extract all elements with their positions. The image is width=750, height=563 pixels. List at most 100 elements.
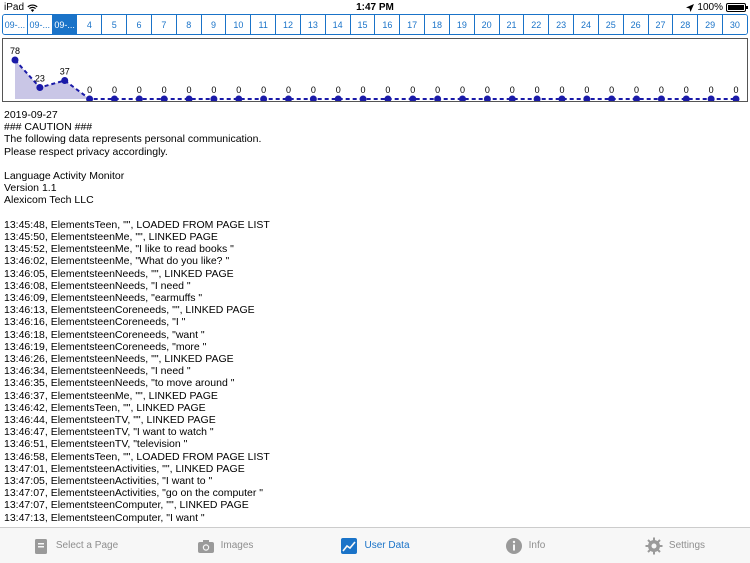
- log-header-line: The following data represents personal c…: [4, 133, 262, 146]
- log-header-line: ### CAUTION ###: [4, 121, 93, 134]
- bottom-tab-info[interactable]: Info: [450, 528, 600, 563]
- date-tab-5[interactable]: 5: [102, 15, 128, 34]
- date-tab-6[interactable]: 6: [127, 15, 152, 34]
- chart-data-label: 0: [584, 85, 589, 95]
- chart-point: [309, 95, 317, 101]
- activity-log[interactable]: 2019-09-27 ### CAUTION ### The following d…: [4, 109, 746, 525]
- bottom-tab-user-data[interactable]: User Data: [300, 528, 450, 563]
- page-icon: [34, 538, 47, 554]
- date-tab-13[interactable]: 13: [300, 15, 326, 34]
- date-tab-3[interactable]: 09-...: [52, 15, 78, 34]
- chart-data-label: 23: [35, 74, 45, 84]
- date-tab-27[interactable]: 27: [648, 15, 674, 34]
- chart-data-label: 0: [87, 85, 92, 95]
- location-arrow-icon: [686, 3, 695, 12]
- log-entry: 13:47:13, ElementsteenComputer, "I want …: [4, 511, 205, 524]
- date-tab-11[interactable]: 11: [251, 15, 277, 34]
- chart-icon: [341, 537, 358, 554]
- chart-point: [36, 84, 44, 91]
- bottom-tab-label: Images: [220, 540, 254, 551]
- date-tab-23[interactable]: 23: [549, 15, 575, 34]
- date-tab-bar: 09-... 09-... 09-... 4 5 6 7 8 9 10 11 12 13 14 15 16 17…: [2, 14, 748, 35]
- chart-point: [533, 95, 541, 101]
- log-entry: 13:46:19, ElementsteenCoreneeds, "more ": [4, 340, 207, 353]
- log-entry: 13:46:44, ElementsteenTV, "", LINKED PAG…: [4, 414, 216, 427]
- log-header-line: [4, 158, 746, 170]
- chart-data-label: 0: [137, 85, 142, 95]
- chart-point: [135, 95, 143, 101]
- battery-icon: [726, 3, 748, 12]
- log-entry: 13:47:01, ElementsteenActivities, "", LI…: [4, 462, 245, 475]
- chart-point: [608, 95, 616, 101]
- date-tab-26[interactable]: 26: [623, 15, 649, 34]
- chart-data-label: 0: [684, 85, 689, 95]
- status-bar: iPad 1:47 PM 100%: [0, 0, 750, 14]
- date-tab-10[interactable]: 10: [226, 15, 252, 34]
- chart-data-label: 0: [336, 85, 341, 95]
- log-header-line: Language Activity Monitor: [4, 170, 125, 182]
- date-tab-14[interactable]: 14: [325, 15, 351, 34]
- gear-icon: [645, 537, 663, 554]
- log-header-line: [4, 207, 746, 219]
- date-tab-18[interactable]: 18: [425, 15, 450, 34]
- date-tab-28[interactable]: 28: [673, 15, 699, 34]
- info-icon: [505, 537, 522, 554]
- chart-point: [657, 95, 665, 101]
- bottom-tab-select-a-page[interactable]: Select a Page: [0, 528, 150, 563]
- chart-point: [682, 95, 690, 101]
- date-tab-9[interactable]: 9: [201, 15, 227, 34]
- chart-data-label: 37: [60, 67, 70, 77]
- battery-percent: 100%: [697, 2, 723, 13]
- chart-point: [185, 95, 193, 101]
- bottom-tab-label: Select a Page: [55, 540, 119, 551]
- date-tab-21[interactable]: 21: [499, 15, 525, 34]
- date-tab-25[interactable]: 25: [598, 15, 624, 34]
- chart-data-label: 0: [659, 85, 664, 95]
- chart-point: [61, 77, 69, 84]
- chart-point: [260, 95, 268, 101]
- date-tab-16[interactable]: 16: [375, 15, 401, 34]
- bottom-tab-label: User Data: [364, 540, 410, 551]
- bottom-tab-label: Settings: [668, 540, 706, 551]
- bottom-tab-bar: Select a Page Images User Data Info Settings: [0, 527, 750, 563]
- chart-point: [633, 95, 641, 101]
- date-tab-20[interactable]: 20: [474, 15, 500, 34]
- log-entry: 13:46:08, ElementsteenNeeds, "I need ": [4, 279, 191, 292]
- chart-data-label: 0: [609, 85, 614, 95]
- date-tab-1[interactable]: 09-...: [3, 15, 28, 34]
- chart-point: [235, 95, 243, 101]
- log-entry: 13:45:52, ElementsteenMe, "I like to rea…: [4, 243, 234, 256]
- log-entry: 13:46:42, ElementsTeen, "", LINKED PAGE: [4, 401, 206, 414]
- chart-data-label: 0: [112, 85, 117, 95]
- date-tab-4[interactable]: 4: [77, 15, 103, 34]
- date-tab-15[interactable]: 15: [350, 15, 376, 34]
- date-tab-7[interactable]: 7: [151, 15, 177, 34]
- date-tab-30[interactable]: 30: [723, 15, 747, 34]
- log-entry: 13:46:47, ElementsteenTV, "I want to wat…: [4, 426, 214, 439]
- log-entry: 13:47:07, ElementsteenActivities, "go on…: [4, 487, 264, 500]
- chart-data-label: 0: [410, 85, 415, 95]
- log-entry: 13:47:05, ElementsteenActivities, "I wan…: [4, 475, 213, 488]
- chart-data-label: 0: [709, 85, 714, 95]
- date-tab-8[interactable]: 8: [176, 15, 202, 34]
- log-entry: 13:46:51, ElementsteenTV, "television ": [4, 438, 188, 451]
- date-tab-19[interactable]: 19: [449, 15, 475, 34]
- bottom-tab-images[interactable]: Images: [150, 528, 300, 563]
- chart-point: [732, 95, 740, 101]
- date-tab-22[interactable]: 22: [524, 15, 550, 34]
- date-tab-2[interactable]: 09-...: [27, 15, 53, 34]
- date-tab-29[interactable]: 29: [698, 15, 724, 34]
- date-tab-17[interactable]: 17: [400, 15, 426, 34]
- chart-data-label: 0: [634, 85, 639, 95]
- date-tab-12[interactable]: 12: [276, 15, 301, 34]
- bottom-tab-settings[interactable]: Settings: [600, 528, 750, 563]
- chart-point: [334, 95, 342, 101]
- log-entry: 13:47:07, ElementsteenComputer, "", LINK…: [4, 499, 249, 512]
- chart-point: [558, 95, 566, 101]
- chart-point: [359, 95, 367, 101]
- chart-data-label: 0: [162, 85, 167, 95]
- log-entry: 13:46:02, ElementsteenMe, "What do you l…: [4, 255, 230, 268]
- chart-data-label: 0: [733, 85, 738, 95]
- chart-data-label: 78: [10, 46, 20, 56]
- date-tab-24[interactable]: 24: [574, 15, 599, 34]
